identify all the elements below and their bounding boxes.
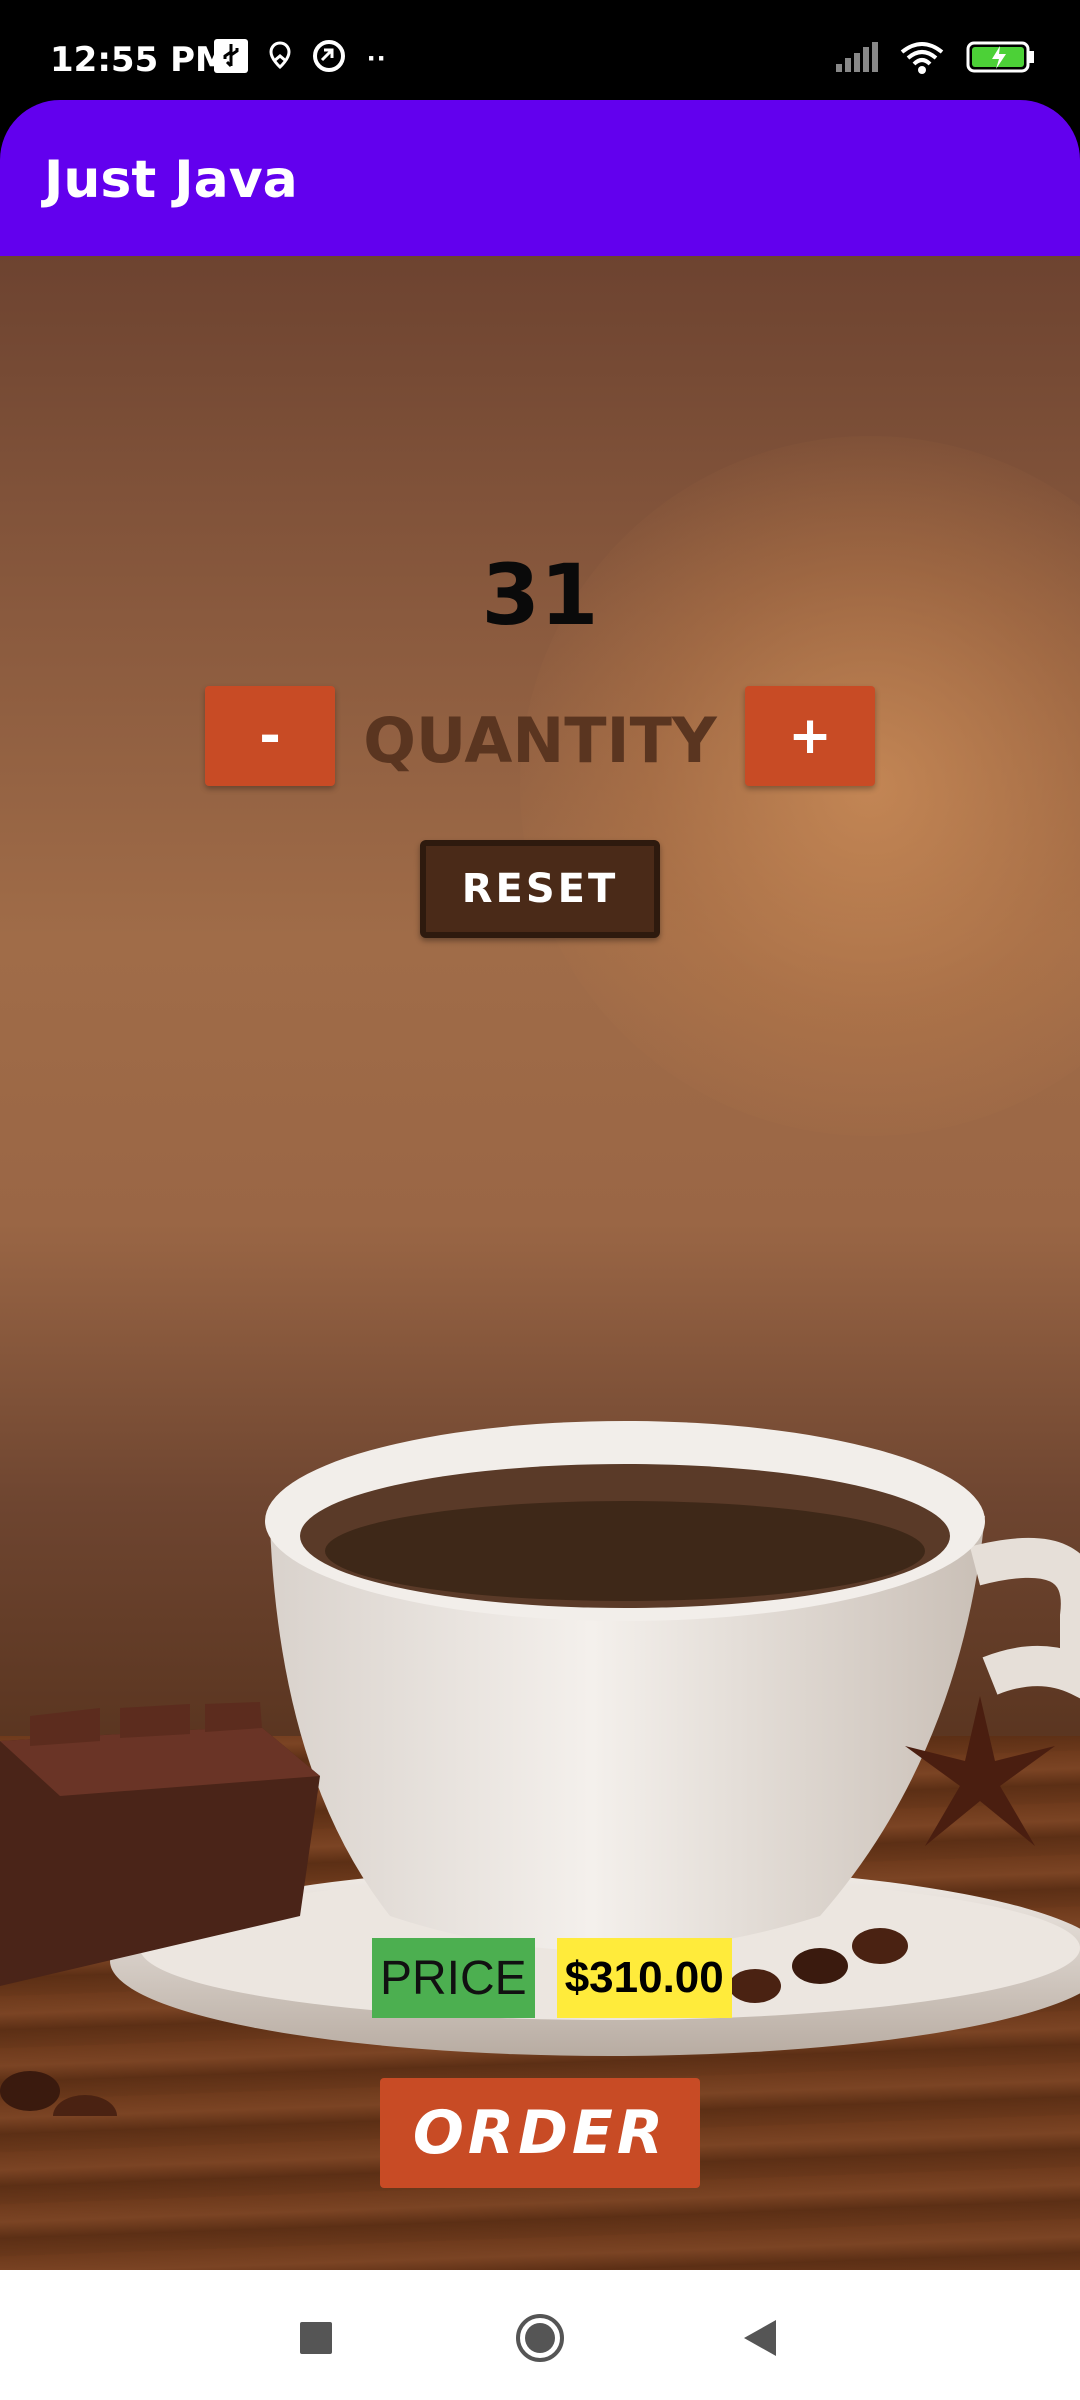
app-title: Just Java: [44, 150, 298, 210]
price-value: $310.00: [556, 1938, 732, 2018]
sync-icon: [311, 38, 347, 79]
reset-button[interactable]: RESET: [420, 840, 660, 938]
quantity-count: 31: [481, 546, 599, 644]
quantity-label: QUANTITY: [363, 704, 717, 777]
decrement-button[interactable]: -: [205, 686, 335, 786]
background-glow: [520, 436, 1080, 1136]
status-icons-right: [836, 40, 1036, 79]
order-button[interactable]: ORDER: [380, 2078, 700, 2188]
location-icon: [269, 41, 291, 76]
price-row: PRICE $310.00: [372, 1938, 732, 2018]
home-icon[interactable]: [512, 2310, 568, 2366]
status-more: ··: [367, 41, 387, 75]
status-bar: 12:55 PM ··: [0, 0, 1080, 100]
recents-icon[interactable]: [288, 2310, 344, 2366]
back-icon[interactable]: [732, 2310, 788, 2366]
signal-icon: [836, 42, 878, 77]
battery-charging-icon: [966, 40, 1036, 79]
order-screen: 31 - QUANTITY + RESET PRICE $310.00 ORDE…: [0, 256, 1080, 2270]
increment-button[interactable]: +: [745, 686, 875, 786]
usb-icon: [213, 38, 249, 79]
status-time: 12:55 PM: [50, 40, 229, 80]
price-label: PRICE: [372, 1938, 535, 2018]
app-bar: Just Java: [0, 100, 1080, 256]
wifi-icon: [900, 40, 944, 79]
navigation-bar: [0, 2270, 1080, 2400]
status-icons-left: ··: [213, 38, 387, 79]
